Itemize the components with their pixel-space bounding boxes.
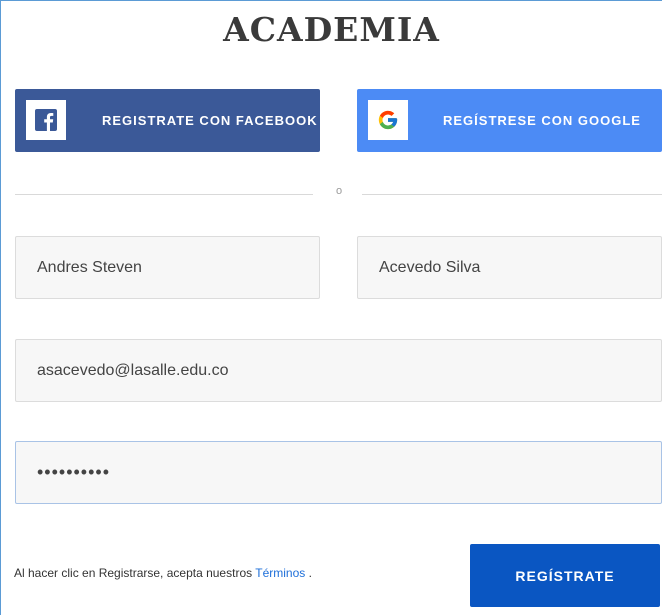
facebook-signup-label: REGISTRATE CON FACEBOOK [102, 113, 318, 128]
google-signup-label: REGÍSTRESE CON GOOGLE [443, 113, 641, 128]
facebook-icon [26, 100, 66, 140]
google-icon [368, 100, 408, 140]
divider-text: o [335, 185, 343, 197]
google-signup-button[interactable]: REGÍSTRESE CON GOOGLE [357, 89, 662, 152]
terms-prefix: Al hacer clic en Registrarse, acepta nue… [14, 566, 256, 580]
terms-notice: Al hacer clic en Registrarse, acepta nue… [14, 566, 312, 580]
email-field[interactable] [15, 339, 662, 402]
page-title: ACADEMIA [223, 10, 440, 49]
facebook-signup-button[interactable]: REGISTRATE CON FACEBOOK [15, 89, 320, 152]
divider-right [362, 194, 662, 195]
first-name-field[interactable] [15, 236, 320, 299]
terms-link[interactable]: Términos [255, 566, 305, 580]
password-field[interactable] [15, 441, 662, 504]
register-button[interactable]: REGÍSTRATE [470, 544, 660, 607]
terms-suffix: . [305, 566, 312, 580]
divider-left [15, 194, 313, 195]
last-name-field[interactable] [357, 236, 662, 299]
